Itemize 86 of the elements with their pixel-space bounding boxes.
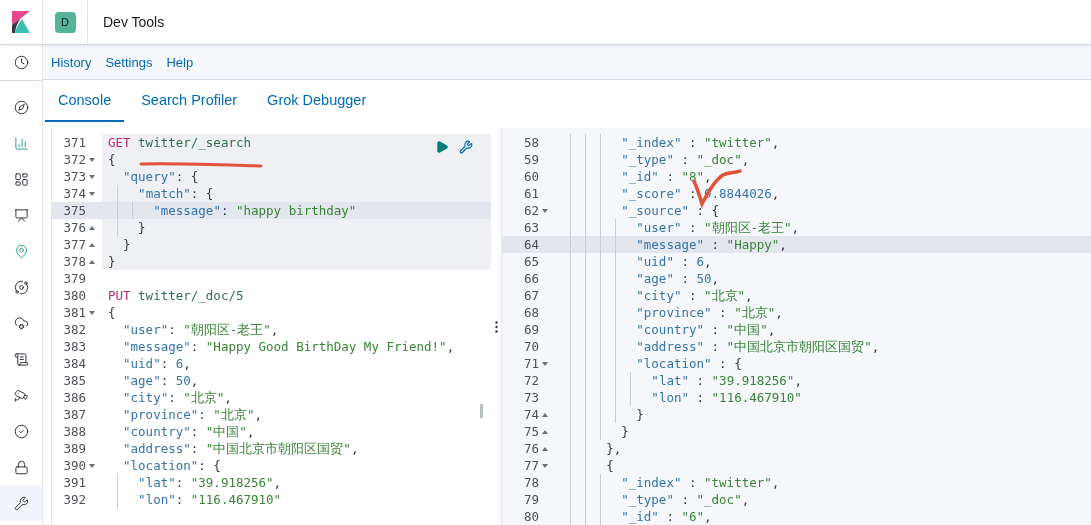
line-number: 78	[523, 475, 539, 490]
line-number: 379	[63, 271, 86, 286]
line-number: 390	[63, 458, 86, 473]
menu-link[interactable]: Help	[166, 54, 194, 70]
compass-icon	[13, 99, 29, 115]
tab[interactable]: Console	[45, 80, 125, 122]
check-circle-icon	[13, 423, 29, 439]
fold-up-icon[interactable]	[542, 429, 548, 434]
menu-link[interactable]: Settings	[105, 54, 153, 70]
bar-chart-icon	[13, 135, 29, 151]
scrollbar-thumb[interactable]	[480, 404, 483, 418]
line-number: 62	[523, 203, 539, 218]
line-number: 64	[523, 237, 539, 252]
line-number: 59	[523, 152, 539, 167]
line-number: 380	[63, 288, 86, 303]
fold-down-icon[interactable]	[89, 157, 95, 162]
line-number: 389	[63, 441, 86, 456]
line-number: 68	[523, 305, 539, 320]
line-number: 74	[523, 407, 539, 422]
line-number: 382	[63, 322, 86, 337]
line-number: 374	[63, 186, 86, 201]
line-number: 70	[523, 339, 539, 354]
line-number: 386	[63, 390, 86, 405]
line-number: 385	[63, 373, 86, 388]
line-number: 80	[523, 509, 539, 524]
run-button[interactable]	[435, 140, 449, 154]
line-number: 60	[523, 169, 539, 184]
line-number: 63	[523, 220, 539, 235]
line-number: 61	[523, 186, 539, 201]
line-number: 388	[63, 424, 86, 439]
fold-down-icon[interactable]	[542, 361, 548, 366]
fold-down-icon[interactable]	[542, 463, 548, 468]
line-number: 69	[523, 322, 539, 337]
tab[interactable]: Search Profiler	[128, 80, 251, 122]
line-number: 392	[63, 492, 86, 507]
camera-icon	[13, 387, 29, 403]
map-pin-icon	[13, 243, 29, 259]
scroll-icon	[13, 351, 29, 367]
line-number: 384	[63, 356, 86, 371]
line-number: 65	[523, 254, 539, 269]
line-number: 375	[63, 203, 86, 218]
logo-icon[interactable]	[12, 11, 30, 33]
line-number: 376	[63, 220, 86, 235]
resize-handle-icon[interactable]	[494, 320, 498, 333]
fold-down-icon[interactable]	[542, 208, 548, 213]
space-avatar[interactable]: D	[54, 11, 76, 33]
line-number: 371	[63, 135, 86, 150]
line-number: 72	[523, 373, 539, 388]
line-number: 387	[63, 407, 86, 422]
line-number: 373	[63, 169, 86, 184]
fold-up-icon[interactable]	[89, 259, 95, 264]
line-number: 58	[523, 135, 539, 150]
line-number: 372	[63, 152, 86, 167]
wrench-icon	[13, 495, 29, 511]
sidebar-item[interactable]	[0, 485, 42, 521]
clock-icon	[13, 55, 29, 70]
orbit-icon	[13, 279, 29, 295]
fold-up-icon[interactable]	[89, 242, 95, 247]
presentation-icon	[13, 207, 29, 223]
line-number: 383	[63, 339, 86, 354]
line-number: 79	[523, 492, 539, 507]
menu-link[interactable]: History	[51, 54, 92, 70]
lock-icon	[13, 459, 29, 475]
fold-down-icon[interactable]	[89, 463, 95, 468]
line-number: 391	[63, 475, 86, 490]
fold-up-icon[interactable]	[542, 412, 548, 417]
line-number: 67	[523, 288, 539, 303]
page-title: Dev Tools	[103, 14, 165, 30]
fold-up-icon[interactable]	[542, 446, 548, 451]
wrench-button[interactable]	[459, 140, 473, 154]
dashboard-icon	[13, 171, 29, 187]
line-number: 76	[523, 441, 539, 456]
line-number: 381	[63, 305, 86, 320]
line-number: 73	[523, 390, 539, 405]
line-number: 71	[523, 356, 539, 371]
fold-down-icon[interactable]	[89, 174, 95, 179]
fold-down-icon[interactable]	[89, 310, 95, 315]
line-number: 77	[523, 458, 539, 473]
line-number: 378	[63, 254, 86, 269]
tab[interactable]: Grok Debugger	[254, 80, 380, 122]
line-number: 75	[523, 424, 539, 439]
line-number: 66	[523, 271, 539, 286]
fold-up-icon[interactable]	[89, 225, 95, 230]
line-number: 377	[63, 237, 86, 252]
fold-down-icon[interactable]	[89, 191, 95, 196]
cloud-icon	[13, 315, 29, 331]
